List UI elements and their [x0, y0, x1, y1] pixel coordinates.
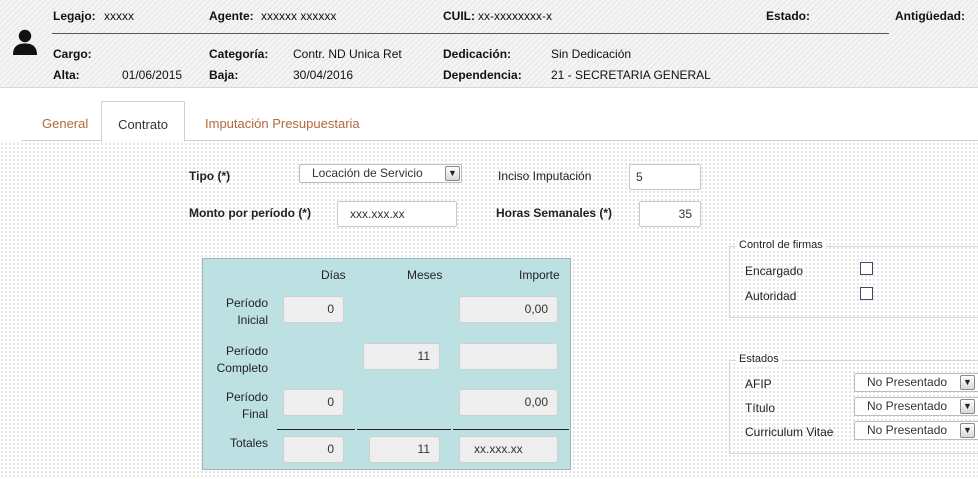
tipo-label: Tipo (*) — [189, 169, 231, 183]
chevron-down-icon: ▼ — [960, 423, 975, 438]
cuil-label: CUIL: — [443, 9, 475, 23]
control-firmas-fieldset: Control de firmas Encargado Autoridad — [729, 239, 978, 318]
afip-label: AFIP — [745, 377, 772, 391]
totales-meses-field: 11 — [369, 436, 440, 463]
totales-importe-field: xx.xxx.xx — [459, 436, 558, 463]
importe-total-separator — [453, 429, 569, 430]
horas-label: Horas Semanales (*) — [496, 206, 613, 220]
inciso-input[interactable] — [629, 164, 701, 190]
titulo-label: Título — [745, 401, 776, 415]
tab-contrato[interactable]: Contrato — [101, 101, 185, 142]
totales-label: Totales — [229, 436, 268, 450]
autoridad-label: Autoridad — [745, 289, 797, 303]
chevron-down-icon: ▼ — [445, 166, 460, 181]
chevron-down-icon: ▼ — [960, 375, 975, 390]
period-table: Días Meses Importe Período Inicial 0 0,00… — [202, 258, 571, 470]
dependencia-label: Dependencia: — [443, 68, 522, 82]
curriculum-vitae-select-value: No Presentado — [867, 423, 948, 437]
final-importe-field[interactable]: 0,00 — [459, 389, 558, 416]
baja-value: 30/04/2016 — [293, 68, 354, 82]
titulo-select-value: No Presentado — [867, 399, 948, 413]
alta-label: Alta: — [53, 68, 80, 82]
autoridad-checkbox[interactable] — [860, 287, 873, 300]
afip-select[interactable]: No Presentado ▼ — [854, 373, 978, 392]
curriculum-vitae-label: Curriculum Vitae — [745, 425, 834, 439]
col-dias-header: Días — [321, 268, 346, 282]
col-meses-header: Meses — [407, 268, 443, 282]
categoria-value: Contr. ND Unica Ret — [293, 47, 402, 61]
cargo-label: Cargo: — [53, 47, 92, 61]
horas-input[interactable] — [639, 201, 701, 227]
tab-general[interactable]: General — [42, 101, 88, 141]
dependencia-value: 21 - SECRETARIA GENERAL — [551, 68, 711, 82]
legajo-label: Legajo: — [53, 9, 96, 23]
periodo-inicial-label: Período Inicial — [225, 296, 268, 327]
periodo-completo-label: Período Completo — [216, 344, 268, 375]
periodo-final-label: Período Final — [225, 390, 268, 421]
tipo-select[interactable]: Locación de Servicio ▼ — [299, 164, 462, 183]
meses-total-separator — [357, 429, 451, 430]
encargado-checkbox[interactable] — [860, 262, 873, 275]
tab-bar: General Contrato Imputación Presupuestar… — [22, 101, 978, 142]
alta-value: 01/06/2015 — [122, 68, 183, 82]
cuil-value: xx-xxxxxxxx-x — [478, 9, 552, 23]
completo-meses-field[interactable]: 11 — [363, 343, 440, 370]
inicial-importe-field[interactable]: 0,00 — [459, 296, 558, 323]
col-importe-header: Importe — [519, 268, 560, 282]
inciso-label: Inciso Imputación — [498, 169, 592, 183]
monto-label: Monto por período (*) — [189, 206, 311, 220]
tipo-select-value: Locación de Servicio — [312, 166, 423, 180]
antiguedad-label: Antigüedad: — [895, 9, 965, 23]
chevron-down-icon: ▼ — [960, 399, 975, 414]
afip-select-value: No Presentado — [867, 375, 948, 389]
header-divider — [52, 33, 889, 34]
agente-label: Agente: — [209, 9, 254, 23]
dedicacion-value: Sin Dedicación — [551, 47, 632, 61]
agente-value: xxxxxx xxxxxx — [261, 9, 337, 23]
dedicacion-label: Dedicación: — [443, 47, 512, 61]
categoria-label: Categoría: — [209, 47, 269, 61]
final-dias-field[interactable]: 0 — [283, 389, 344, 416]
encargado-label: Encargado — [745, 264, 804, 278]
dias-total-separator — [277, 429, 355, 430]
estados-legend: Estados — [736, 353, 782, 365]
user-icon — [13, 29, 37, 55]
estados-fieldset: Estados AFIP No Presentado ▼ Título No P… — [729, 353, 978, 454]
monto-input[interactable] — [337, 201, 457, 227]
control-firmas-legend: Control de firmas — [736, 239, 826, 251]
legajo-value: xxxxx — [104, 9, 134, 23]
curriculum-vitae-select[interactable]: No Presentado ▼ — [854, 421, 978, 440]
tab-imputacion-presupuestaria[interactable]: Imputación Presupuestaria — [205, 101, 360, 141]
employee-header: Legajo: xxxxx Agente: xxxxxx xxxxxx CUIL… — [0, 0, 978, 88]
titulo-select[interactable]: No Presentado ▼ — [854, 397, 978, 416]
estado-label: Estado: — [766, 9, 811, 23]
inicial-dias-field[interactable]: 0 — [283, 296, 344, 323]
completo-importe-field[interactable] — [459, 343, 558, 370]
totales-dias-field: 0 — [283, 436, 344, 463]
baja-label: Baja: — [209, 68, 239, 82]
